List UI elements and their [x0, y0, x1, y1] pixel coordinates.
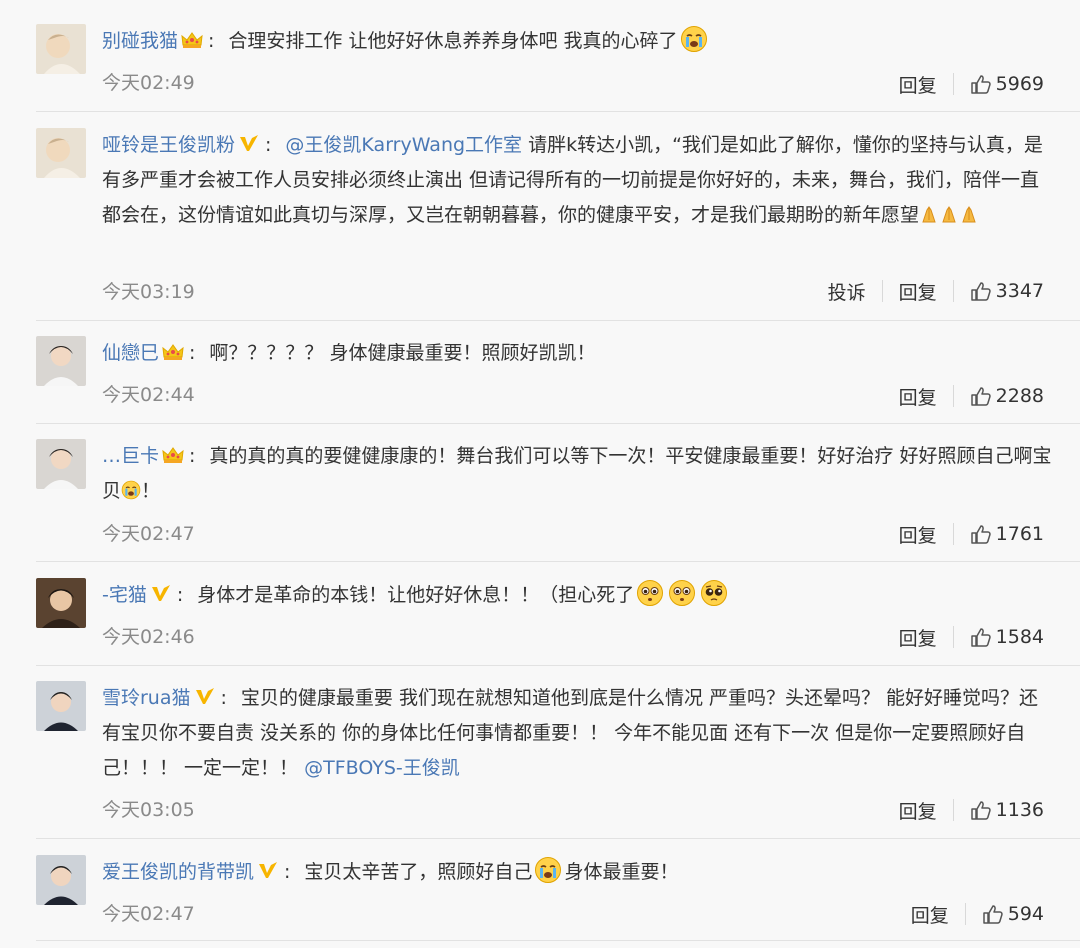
action-divider: [952, 73, 954, 95]
avatar[interactable]: [36, 439, 86, 489]
thumbs-up-icon: [970, 385, 992, 407]
comment-text-end: ！: [141, 480, 161, 502]
like-count: 1584: [995, 626, 1044, 648]
verified-v-icon: [193, 687, 217, 707]
avatar[interactable]: [36, 681, 86, 731]
comment-content: 雪玲rua猫: 宝贝的健康最重要 我们现在就想知道他到底是什么情况 严重吗？头还晕…: [102, 687, 1039, 779]
comment-time: 今天03:05: [102, 799, 195, 821]
action-divider: [952, 799, 954, 821]
comment-time: 今天02:47: [102, 523, 195, 545]
divider: [36, 838, 1080, 839]
crying-emoji-icon: [121, 480, 141, 500]
avatar[interactable]: [36, 855, 86, 905]
username[interactable]: 别碰我猫: [102, 30, 178, 52]
divider: [36, 665, 1080, 666]
like-button[interactable]: 1584: [970, 626, 1044, 648]
comment-text: 啊？？？？？ 身体健康最重要！照顾好凯凯！: [209, 342, 596, 364]
verified-v-icon: [149, 584, 173, 604]
divider: [36, 940, 1080, 941]
comment-text: 宝贝的健康最重要 我们现在就想知道他到底是什么情况 严重吗？头还晕吗？ 能好好睡…: [102, 687, 1039, 779]
avatar[interactable]: [36, 128, 86, 178]
divider: [36, 561, 1080, 562]
username[interactable]: 哑铃是王俊凯粉: [102, 134, 235, 156]
action-divider: [964, 903, 966, 925]
like-button[interactable]: 594: [982, 903, 1044, 925]
comment-time: 今天02:46: [102, 626, 195, 648]
comment-time: 今天03:19: [102, 281, 195, 303]
like-button[interactable]: 1761: [970, 523, 1044, 545]
pray-emoji-icon: [939, 204, 959, 224]
thumbs-up-icon: [970, 799, 992, 821]
comment-content: 哑铃是王俊凯粉: @王俊凯KarryWang工作室 请胖k转达小凯，“我们是如此了…: [102, 134, 1043, 226]
mention-link[interactable]: @TFBOYS-王俊凯: [304, 757, 460, 779]
crown-icon: [161, 342, 185, 362]
action-divider: [952, 626, 954, 648]
pray-emoji-icon: [919, 204, 939, 224]
action-divider: [952, 280, 954, 302]
username[interactable]: 爱王俊凯的背带凯: [102, 861, 254, 883]
action-divider: [881, 280, 883, 302]
reply-button[interactable]: 回复: [911, 901, 949, 928]
comment-content: 别碰我猫: 合理安排工作 让他好好休息养养身体吧 我真的心碎了: [102, 24, 1052, 59]
thumbs-up-icon: [970, 280, 992, 302]
reply-button[interactable]: 回复: [899, 797, 937, 824]
crown-icon: [161, 445, 185, 465]
comment-time: 今天02:49: [102, 72, 195, 94]
like-button[interactable]: 5969: [970, 73, 1044, 95]
comment-text: 身体才是革命的本钱！让他好好休息！！（担心死了: [197, 584, 635, 606]
comment-text: 宝贝太辛苦了，照顾好自己: [304, 861, 533, 883]
username[interactable]: 仙戀巳: [102, 342, 159, 364]
avatar[interactable]: [36, 24, 86, 74]
comment-text-after: 身体最重要！: [564, 861, 679, 883]
username[interactable]: …巨卡: [102, 445, 159, 467]
comment-content: 仙戀巳: 啊？？？？？ 身体健康最重要！照顾好凯凯！: [102, 342, 596, 364]
thumbs-up-icon: [970, 626, 992, 648]
avatar[interactable]: [36, 578, 86, 628]
divider: [36, 320, 1080, 321]
worried-emoji-icon: [636, 579, 664, 607]
crown-icon: [180, 30, 204, 50]
verified-v-icon: [237, 134, 261, 154]
pleading-emoji-icon: [700, 579, 728, 607]
username[interactable]: -宅猫: [102, 584, 147, 606]
verified-v-icon: [256, 861, 280, 881]
divider: [36, 111, 1080, 112]
comment-content: 爱王俊凯的背带凯: 宝贝太辛苦了，照顾好自己 身体最重要！: [102, 855, 1052, 890]
thumbs-up-icon: [970, 523, 992, 545]
crying-emoji-icon: [534, 856, 562, 884]
reply-button[interactable]: 回复: [899, 278, 937, 305]
comment-text: 合理安排工作 让他好好休息养养身体吧 我真的心碎了: [228, 30, 678, 52]
mention-link[interactable]: @王俊凯KarryWang工作室: [285, 134, 522, 156]
crying-emoji-icon: [680, 25, 708, 53]
pray-emoji-icon: [959, 204, 979, 224]
report-button[interactable]: 投诉: [828, 278, 866, 305]
comment-content: -宅猫: 身体才是革命的本钱！让他好好休息！！（担心死了: [102, 578, 1052, 613]
comment-time: 今天02:44: [102, 384, 195, 406]
username[interactable]: 雪玲rua猫: [102, 687, 191, 709]
like-count: 3347: [995, 280, 1044, 302]
avatar[interactable]: [36, 336, 86, 386]
reply-button[interactable]: 回复: [899, 383, 937, 410]
like-count: 5969: [995, 73, 1044, 95]
like-button[interactable]: 3347: [970, 280, 1044, 302]
action-divider: [952, 385, 954, 407]
like-button[interactable]: 1136: [970, 799, 1044, 821]
worried-emoji-icon: [668, 579, 696, 607]
reply-button[interactable]: 回复: [899, 71, 937, 98]
comment-content: …巨卡: 真的真的真的要健健康康的！舞台我们可以等下一次！平安健康最重要！好好治疗…: [102, 445, 1052, 502]
like-count: 2288: [995, 385, 1044, 407]
comment-text: 真的真的真的要健健康康的！舞台我们可以等下一次！平安健康最重要！好好治疗 好好照…: [102, 445, 1052, 502]
divider: [36, 423, 1080, 424]
comment-time: 今天02:47: [102, 903, 195, 925]
reply-button[interactable]: 回复: [899, 521, 937, 548]
like-count: 594: [1007, 903, 1044, 925]
reply-button[interactable]: 回复: [899, 624, 937, 651]
thumbs-up-icon: [982, 903, 1004, 925]
like-count: 1761: [995, 523, 1044, 545]
like-button[interactable]: 2288: [970, 385, 1044, 407]
action-divider: [952, 523, 954, 545]
thumbs-up-icon: [970, 73, 992, 95]
like-count: 1136: [995, 799, 1044, 821]
comment-list: 别碰我猫: 合理安排工作 让他好好休息养养身体吧 我真的心碎了 今天02:49 回…: [0, 0, 1080, 948]
